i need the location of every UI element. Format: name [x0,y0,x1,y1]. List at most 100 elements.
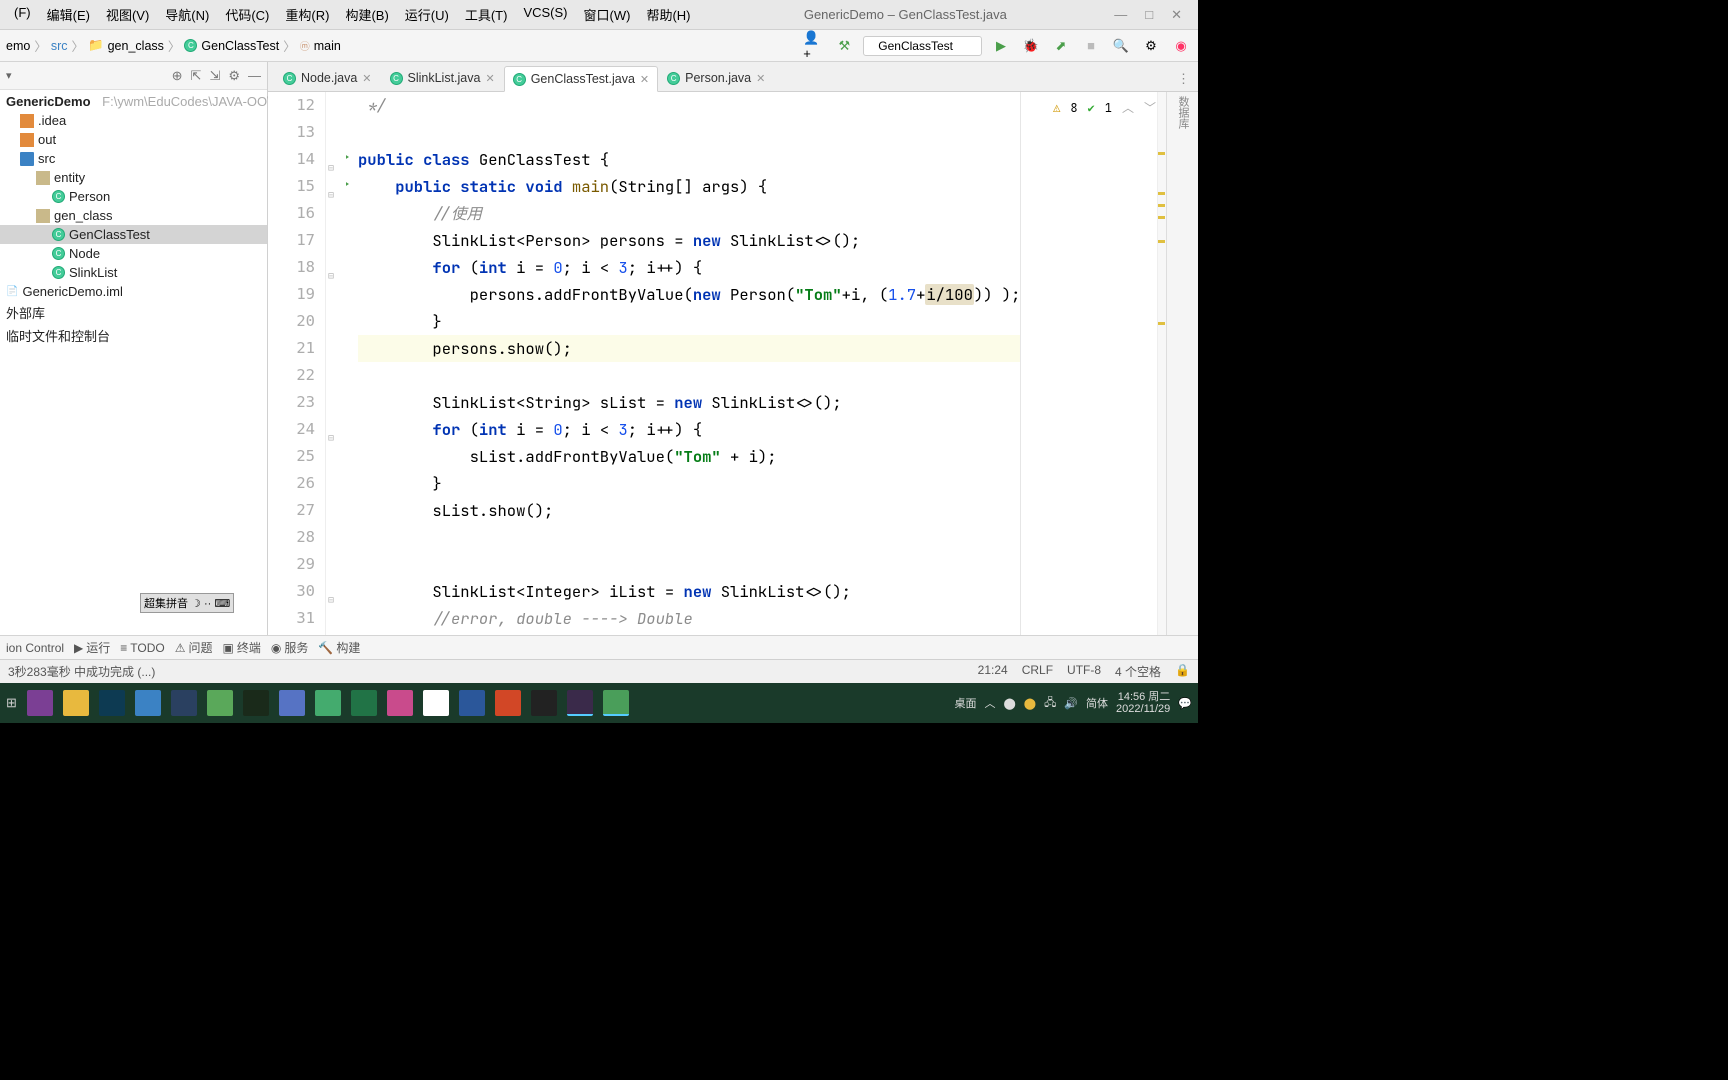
menu-help[interactable]: 帮助(H) [640,2,696,27]
status-caret[interactable]: 21:24 [978,663,1008,680]
tree-item[interactable]: 临时文件和控制台 [0,324,267,347]
tree-folder[interactable]: entity [0,168,267,187]
tree-item[interactable]: CPerson [0,187,267,206]
task-icon[interactable] [459,690,485,716]
bottom-tab[interactable]: ◉ 服务 [271,639,309,656]
coverage-icon[interactable]: ⬈ [1050,35,1072,57]
hide-panel-icon[interactable]: — [248,68,261,84]
close-icon[interactable]: ✕ [640,73,649,86]
tree-folder[interactable]: .idea [0,111,267,130]
project-panel[interactable]: ▾ ⊕ ⇱ ⇲ ⚙ — GenericDemo F:\ywm\EduCodes\… [0,62,268,635]
stop-icon[interactable]: ■ [1080,35,1102,57]
menu-run[interactable]: 运行(U) [399,2,455,27]
task-icon[interactable] [495,690,521,716]
breadcrumb[interactable]: emo〉 src〉 📁gen_class〉 CGenClassTest〉 ⓜma… [6,36,341,55]
menu-window[interactable]: 窗口(W) [578,2,637,27]
line-gutter[interactable]: 1213141516171819202122232425262728293031 [268,92,326,635]
tree-item-selected[interactable]: CGenClassTest [0,225,267,244]
expand-icon[interactable]: ⇲ [209,68,220,84]
close-icon[interactable]: ✕ [756,72,765,85]
status-indent[interactable]: 4 个空格 [1115,663,1161,680]
menubar: (F) 编辑(E) 视图(V) 导航(N) 代码(C) 重构(R) 构建(B) … [8,2,696,27]
tree-item[interactable]: CNode [0,244,267,263]
collapse-icon[interactable]: ⇱ [191,68,202,84]
search-icon[interactable]: 🔍 [1110,35,1132,57]
close-icon[interactable]: ✕ [362,72,371,85]
intellij-icon[interactable]: ◉ [1170,35,1192,57]
menu-vcs[interactable]: VCS(S) [517,2,573,27]
inspection-summary[interactable]: ⚠8 ✔1 ︿﹀ [1053,95,1156,122]
tab-menu-icon[interactable]: ⋮ [1169,67,1198,91]
task-icon[interactable] [423,690,449,716]
task-icon[interactable] [63,690,89,716]
bottom-tab[interactable]: ⚠ 问题 [175,639,213,656]
close-icon[interactable]: ✕ [485,72,494,85]
bottom-tab[interactable]: ▶ 运行 [74,639,110,656]
menu-refactor[interactable]: 重构(R) [279,2,335,27]
debug-icon[interactable]: 🐞 [1020,35,1042,57]
tree-root[interactable]: GenericDemo F:\ywm\EduCodes\JAVA-OO\ [0,92,267,111]
hammer-icon[interactable]: ⚒ [833,35,855,57]
task-icon[interactable] [567,690,593,716]
task-icon[interactable] [315,690,341,716]
menu-view[interactable]: 视图(V) [100,2,155,27]
add-user-icon[interactable]: 👤+ [803,35,825,57]
status-encoding[interactable]: UTF-8 [1067,663,1101,680]
task-icon[interactable] [27,690,53,716]
code-editor[interactable]: 1213141516171819202122232425262728293031… [268,92,1198,635]
task-icon[interactable] [135,690,161,716]
tray-clock[interactable]: 14:56 周二2022/11/29 [1116,691,1170,715]
tray-chevron-icon[interactable]: ︿ [984,695,995,711]
tab[interactable]: CSlinkList.java✕ [381,65,504,91]
tree-item[interactable]: 📄GenericDemo.iml [0,282,267,301]
menu-build[interactable]: 构建(B) [339,2,394,27]
tree-folder[interactable]: src [0,149,267,168]
menu-tools[interactable]: 工具(T) [459,2,514,27]
error-stripe[interactable] [1157,92,1166,635]
target-icon[interactable]: ⊕ [172,68,183,84]
maximize-button[interactable]: □ [1145,7,1153,23]
tab[interactable]: CNode.java✕ [274,65,381,91]
tab-active[interactable]: CGenClassTest.java✕ [504,66,658,92]
task-icon[interactable] [603,690,629,716]
tab[interactable]: CPerson.java✕ [658,65,774,91]
panel-settings-icon[interactable]: ⚙ [228,68,240,84]
task-icon[interactable] [243,690,269,716]
lock-icon[interactable]: 🔒 [1175,663,1190,680]
tree-item[interactable]: 外部库 [0,301,267,324]
menu-edit[interactable]: 编辑(E) [41,2,96,27]
minimize-button[interactable]: — [1114,7,1127,23]
tray-ime[interactable]: 简体 [1086,695,1108,711]
tree-folder[interactable]: out [0,130,267,149]
menu-code[interactable]: 代码(C) [219,2,275,27]
bottom-tab[interactable]: 🔨 构建 [318,639,360,656]
task-icon[interactable] [279,690,305,716]
tray-network-icon[interactable]: 🖧 [1044,694,1056,713]
run-icon[interactable]: ▶ [990,35,1012,57]
settings-icon[interactable]: ⚙ [1140,35,1162,57]
task-icon[interactable] [171,690,197,716]
run-config-dropdown[interactable]: GenClassTest [863,36,982,56]
tray-volume-icon[interactable]: 🔊 [1064,697,1078,710]
task-icon[interactable] [99,690,125,716]
side-tool-label[interactable]: 数据库 [1166,92,1198,635]
menu-nav[interactable]: 导航(N) [159,2,215,27]
bottom-tab[interactable]: ▣ 终端 [223,639,261,656]
bottom-tab[interactable]: ≡ TODO [120,641,164,655]
task-icon[interactable] [531,690,557,716]
tray-icon[interactable]: ⬤ [1024,697,1036,710]
tray-desktop[interactable]: 桌面 [954,695,976,711]
task-icon[interactable] [351,690,377,716]
menu-file[interactable]: (F) [8,2,37,27]
tray-notification-icon[interactable]: 💬 [1178,697,1192,710]
tree-folder[interactable]: gen_class [0,206,267,225]
bottom-tab[interactable]: ion Control [6,641,64,655]
task-icon[interactable] [207,690,233,716]
task-icon[interactable]: ⊞ [6,695,17,711]
task-icon[interactable] [387,690,413,716]
tray-icon[interactable]: ⬤ [1003,697,1015,710]
close-button[interactable]: ✕ [1171,7,1182,23]
status-message: 3秒283毫秒 中成功完成 (...) [8,663,155,680]
tree-item[interactable]: CSlinkList [0,263,267,282]
status-eol[interactable]: CRLF [1022,663,1053,680]
